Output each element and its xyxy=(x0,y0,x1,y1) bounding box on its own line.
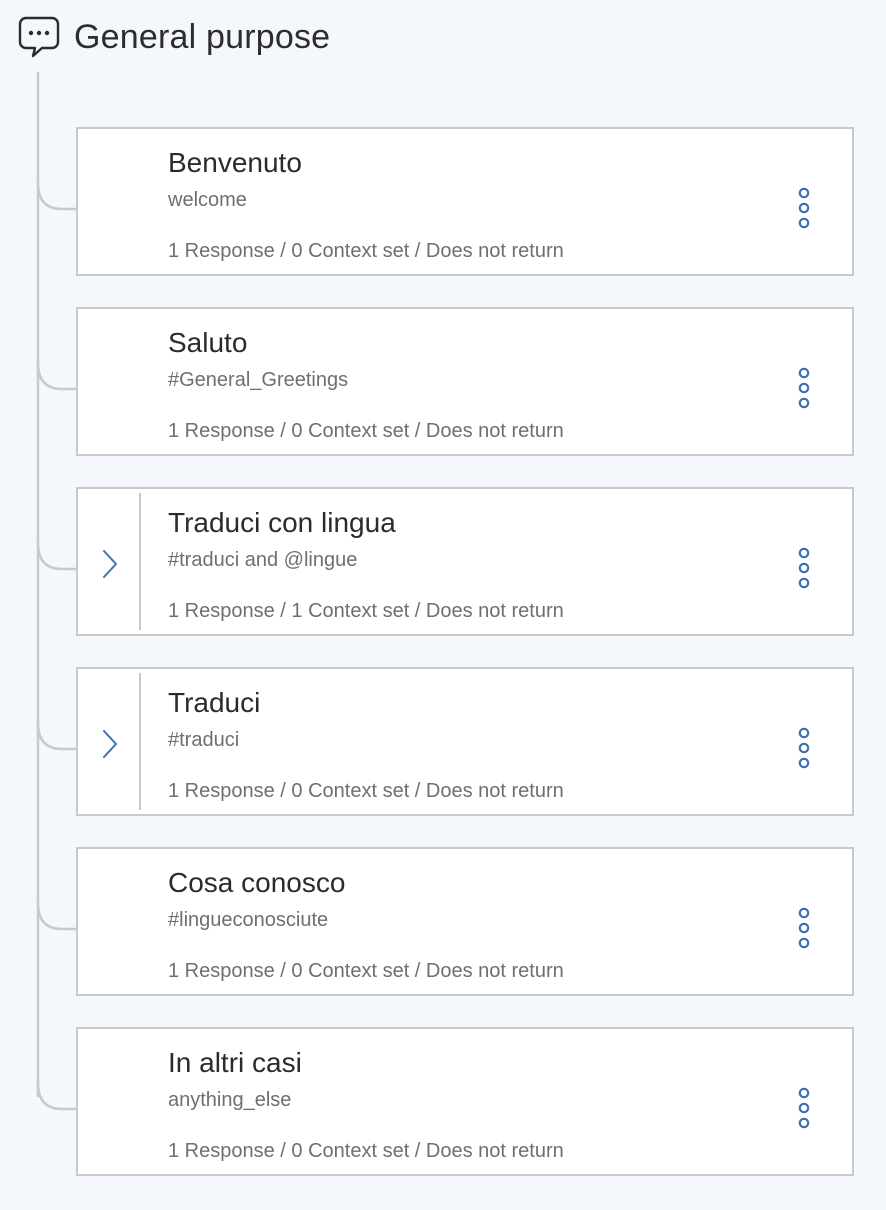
node-condition: #traduci xyxy=(168,729,240,751)
node-title: Cosa conosco xyxy=(168,867,346,898)
card-divider xyxy=(139,673,141,810)
card-divider xyxy=(139,493,141,630)
vertical-dots-icon xyxy=(798,367,810,409)
chevron-right-icon[interactable] xyxy=(96,547,122,581)
node-title: Benvenuto xyxy=(168,147,302,178)
node-summary: 1 Response / 1 Context set / Does not re… xyxy=(168,600,564,622)
vertical-dots-icon xyxy=(798,727,810,769)
node-summary: 1 Response / 0 Context set / Does not re… xyxy=(168,960,564,982)
vertical-dots-icon xyxy=(798,1087,810,1129)
dialog-node-card[interactable]: Benvenuto welcome 1 Response / 0 Context s… xyxy=(76,127,854,276)
node-title: Saluto xyxy=(168,327,248,358)
overflow-menu-button[interactable] xyxy=(796,546,812,590)
overflow-menu-button[interactable] xyxy=(796,726,812,770)
dialog-node-card[interactable]: Traduci #traduci 1 Response / 0 Context se… xyxy=(76,667,854,816)
overflow-menu-button[interactable] xyxy=(796,186,812,230)
node-condition: anything_else xyxy=(168,1089,292,1111)
tree-branch-line xyxy=(36,542,76,571)
node-title: Traduci xyxy=(168,687,261,718)
dialog-node-card[interactable]: Traduci con lingua #traduci and @lingue 1 … xyxy=(76,487,854,636)
tree-branch-line xyxy=(36,1082,76,1111)
vertical-dots-icon xyxy=(798,907,810,949)
node-condition: #traduci and @lingue xyxy=(168,549,358,571)
overflow-menu-button[interactable] xyxy=(796,366,812,410)
node-condition: #lingueconosciute xyxy=(168,909,329,931)
node-summary: 1 Response / 0 Context set / Does not re… xyxy=(168,420,564,442)
node-condition: welcome xyxy=(168,189,247,211)
chevron-right-icon[interactable] xyxy=(96,727,122,761)
tree-branch-line xyxy=(36,722,76,751)
node-condition: #General_Greetings xyxy=(168,369,349,391)
node-title: Traduci con lingua xyxy=(168,507,396,538)
node-summary: 1 Response / 0 Context set / Does not re… xyxy=(168,240,564,262)
vertical-dots-icon xyxy=(798,547,810,589)
dialog-node-card[interactable]: Cosa conosco #lingueconosciute 1 Response … xyxy=(76,847,854,996)
vertical-dots-icon xyxy=(798,187,810,229)
node-title: In altri casi xyxy=(168,1047,302,1078)
tree-branch-line xyxy=(36,182,76,211)
dialog-node-card[interactable]: In altri casi anything_else 1 Response / 0… xyxy=(76,1027,854,1176)
overflow-menu-button[interactable] xyxy=(796,906,812,950)
dialog-node-card[interactable]: Saluto #General_Greetings 1 Response / 0 C… xyxy=(76,307,854,456)
tree-branch-line xyxy=(36,902,76,931)
node-summary: 1 Response / 0 Context set / Does not re… xyxy=(168,1140,564,1162)
node-summary: 1 Response / 0 Context set / Does not re… xyxy=(168,780,564,802)
overflow-menu-button[interactable] xyxy=(796,1086,812,1130)
tree-branch-line xyxy=(36,362,76,391)
